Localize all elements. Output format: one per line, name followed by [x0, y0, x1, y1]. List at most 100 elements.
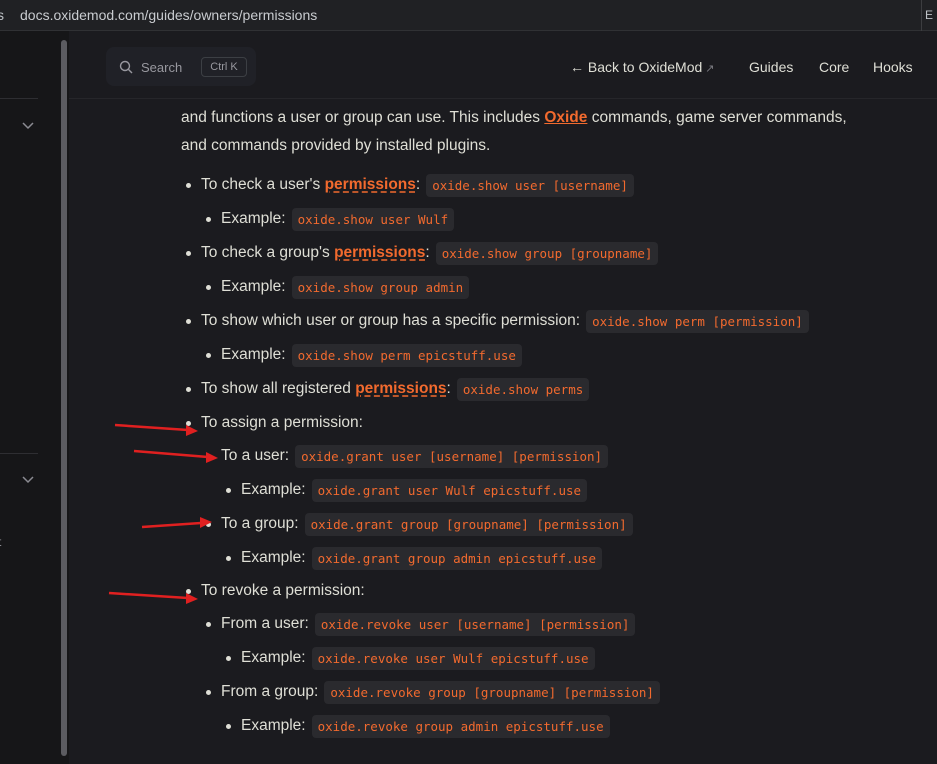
list-item: To show all registered permissions: oxide…: [201, 376, 590, 402]
intro-text: and functions a user or group can use. T…: [181, 109, 545, 126]
command-code: oxide.grant group admin epicstuff.use: [311, 546, 603, 570]
command-code: oxide.show group [groupname]: [435, 241, 659, 265]
search-label: Search: [141, 60, 183, 75]
list-bullet: [186, 183, 191, 188]
permissions-link[interactable]: permissions: [325, 176, 416, 194]
list-item-text: Example:: [241, 549, 306, 566]
list-item-text: Example:: [241, 717, 306, 734]
list-item-text: To show all registered: [201, 380, 356, 397]
nav-guides[interactable]: Guides: [749, 59, 793, 75]
search-button[interactable]: Search Ctrl K: [106, 47, 256, 86]
annotation-arrowhead: [186, 425, 198, 436]
oxide-link[interactable]: Oxide: [544, 109, 587, 126]
list-item: Example: oxide.show user Wulf: [221, 206, 455, 232]
sidebar: t: [0, 31, 59, 764]
list-item: To check a group's permissions: oxide.sho…: [201, 240, 659, 266]
list-bullet: [186, 251, 191, 256]
list-item-text: To a user:: [221, 447, 290, 464]
list-item-text: To show which user or group has a specif…: [201, 312, 581, 329]
list-item-text: To assign a permission:: [201, 414, 363, 431]
list-item: To a user: oxide.grant user [username] [p…: [221, 443, 609, 469]
nav-hooks[interactable]: Hooks: [873, 59, 913, 75]
list-item: Example: oxide.grant user Wulf epicstuff.…: [241, 477, 588, 503]
list-bullet: [206, 217, 211, 222]
command-code: oxide.show user [username]: [426, 173, 634, 197]
list-bullet: [206, 353, 211, 358]
list-bullet: [226, 488, 231, 493]
scrollbar-thumb[interactable]: [61, 40, 67, 756]
list-item: Example: oxide.show group admin: [221, 274, 470, 300]
list-item: Example: oxide.revoke user Wulf epicstuff…: [241, 645, 595, 671]
intro-paragraph: and functions a user or group can use. T…: [181, 104, 861, 160]
nav-core[interactable]: Core: [819, 59, 849, 75]
list-bullet: [226, 724, 231, 729]
command-code: oxide.revoke group admin epicstuff.use: [311, 714, 610, 738]
sidebar-divider: [0, 98, 38, 99]
chevron-down-icon[interactable]: [21, 472, 35, 486]
list-item-punct: :: [446, 380, 451, 397]
list-item-text: Example:: [241, 481, 306, 498]
browser-address-bar: s docs.oxidemod.com/guides/owners/permis…: [0, 0, 937, 31]
list-item: From a group: oxide.revoke group [groupna…: [221, 679, 660, 705]
sidebar-text-fragment: t: [0, 535, 1, 549]
list-bullet: [186, 589, 191, 594]
list-bullet: [206, 454, 211, 459]
command-code: oxide.grant user Wulf epicstuff.use: [311, 478, 588, 502]
list-bullet: [206, 285, 211, 290]
list-item-text: From a user:: [221, 615, 309, 632]
url-text[interactable]: docs.oxidemod.com/guides/owners/permissi…: [20, 7, 317, 23]
back-link-label: ← Back to OxideMod: [570, 59, 703, 75]
command-code: oxide.show group admin: [291, 275, 470, 299]
back-to-oxidemod-link[interactable]: ← Back to OxideMod ↗: [570, 59, 715, 75]
list-item-text: Example:: [221, 210, 286, 227]
list-item-text: Example:: [241, 649, 306, 666]
list-item-text: To revoke a permission:: [201, 582, 365, 599]
list-bullet: [226, 556, 231, 561]
list-item-text: Example:: [221, 346, 286, 363]
list-bullet: [186, 421, 191, 426]
address-bar-left-glyph: s: [0, 7, 4, 23]
list-bullet: [206, 690, 211, 695]
command-code: oxide.revoke user Wulf epicstuff.use: [311, 646, 595, 670]
list-item: To assign a permission:: [201, 410, 363, 436]
list-item: Example: oxide.grant group admin epicstuf…: [241, 545, 603, 571]
permissions-link[interactable]: permissions: [334, 244, 425, 262]
command-code: oxide.show perms: [456, 377, 590, 401]
list-item-text: From a group:: [221, 683, 319, 700]
command-code: oxide.grant user [username] [permission]: [295, 444, 609, 468]
annotation-arrow: [108, 591, 189, 600]
permissions-link[interactable]: permissions: [355, 380, 446, 398]
command-code: oxide.show perm epicstuff.use: [291, 343, 522, 367]
list-bullet: [186, 387, 191, 392]
browser-extension-button[interactable]: E: [921, 0, 937, 31]
list-item-punct: :: [415, 176, 421, 193]
search-shortcut: Ctrl K: [201, 57, 247, 77]
command-code: oxide.revoke user [username] [permission…: [314, 612, 636, 636]
list-item: Example: oxide.show perm epicstuff.use: [221, 342, 522, 368]
command-code: oxide.show perm [permission]: [586, 309, 809, 333]
chevron-down-icon[interactable]: [21, 118, 35, 132]
annotation-arrowhead: [186, 593, 198, 604]
list-item: To check a user's permissions: oxide.show…: [201, 172, 634, 198]
list-item: Example: oxide.revoke group admin epicstu…: [241, 713, 610, 739]
list-item-text: To check a group's: [201, 244, 335, 261]
extension-icon: E: [925, 8, 934, 22]
list-bullet: [206, 622, 211, 627]
command-code: oxide.show user Wulf: [291, 207, 455, 231]
command-code: oxide.revoke group [groupname] [permissi…: [324, 680, 660, 704]
annotation-arrow: [133, 449, 209, 459]
annotation-arrow: [141, 521, 202, 529]
list-item-text: To check a user's: [201, 176, 325, 193]
list-item: From a user: oxide.revoke user [username]…: [221, 611, 636, 637]
top-nav: Search Ctrl K ← Back to OxideMod ↗ Guides…: [69, 31, 937, 99]
list-bullet: [226, 656, 231, 661]
sidebar-divider: [0, 453, 38, 454]
list-item: To revoke a permission:: [201, 578, 365, 604]
command-code: oxide.grant group [groupname] [permissio…: [304, 512, 633, 536]
list-bullet: [186, 319, 191, 324]
list-item-text: To a group:: [221, 515, 299, 532]
list-item-punct: :: [425, 244, 430, 261]
list-item: To a group: oxide.grant group [groupname]…: [221, 511, 633, 537]
search-icon: [119, 60, 133, 74]
list-item: To show which user or group has a specif…: [201, 308, 809, 334]
